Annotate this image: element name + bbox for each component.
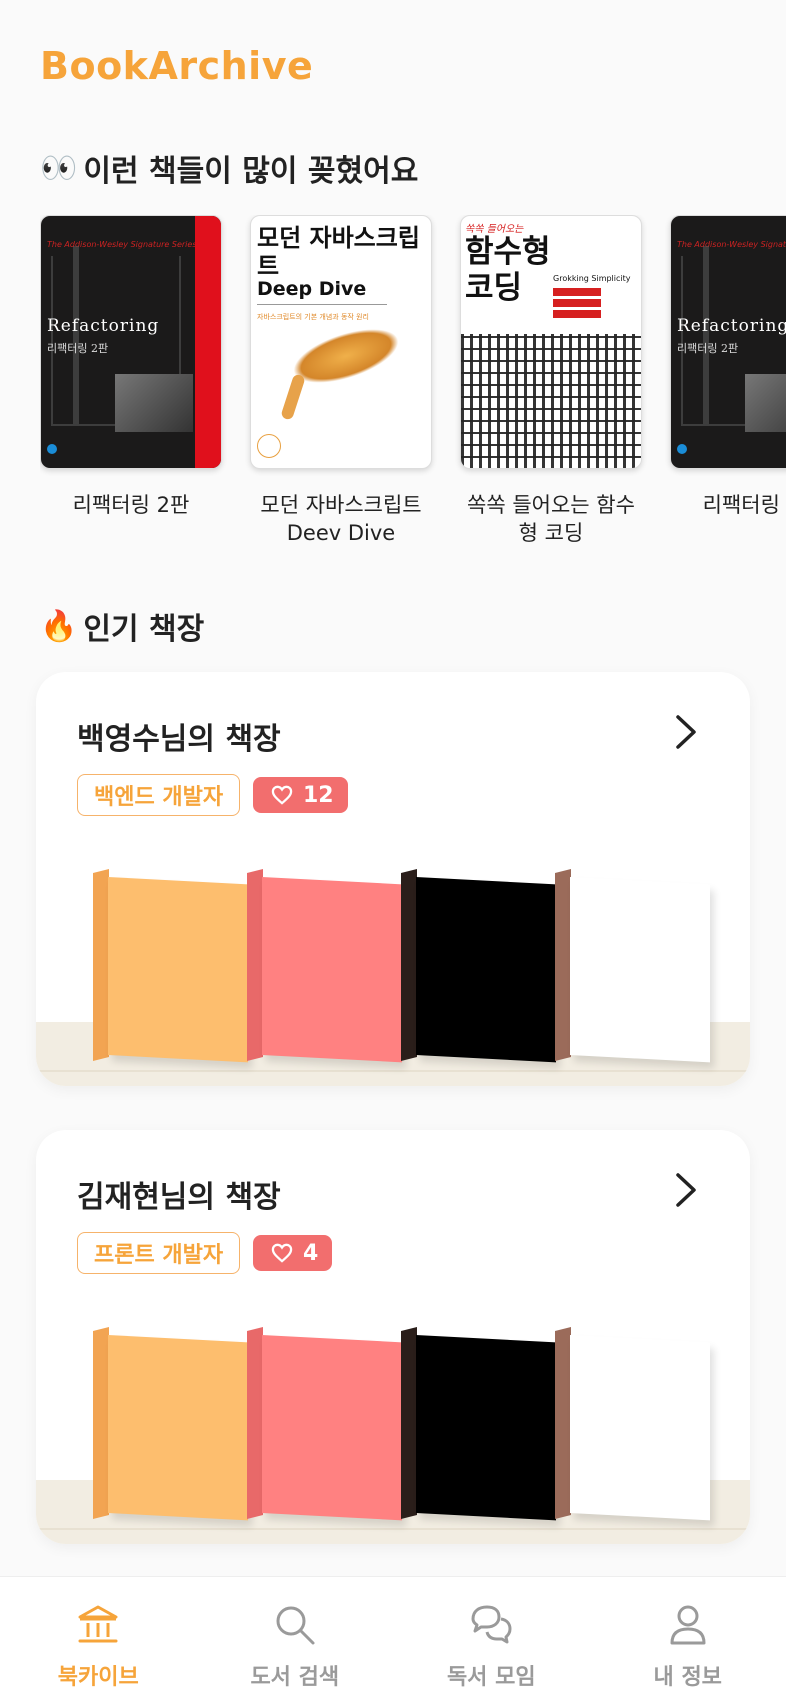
app-title: BookArchive (40, 44, 314, 88)
chevron-right-icon[interactable] (666, 712, 706, 752)
nav-label: 도서 검색 (250, 1665, 340, 1690)
cover-subtitle-text: 리팩터링 2판 (47, 342, 109, 355)
bottom-navigation: 북카이브 도서 검색 독서 모임 내 정보 (0, 1576, 786, 1704)
book-cover-modern-js[interactable]: 모던 자바스크립트 Deep Dive 자바스크립트의 기본 개념과 동작 원리 (250, 215, 432, 469)
shelf-book[interactable] (401, 1325, 556, 1525)
chevron-right-icon[interactable] (666, 1170, 706, 1210)
cover-subtitle-text: 리팩터링 2판 (677, 342, 739, 355)
cover-title-text: Refactoring (677, 316, 786, 336)
cover-subtitle-text: Grokking Simplicity (553, 274, 631, 283)
role-badge: 백엔드 개발자 (77, 774, 241, 816)
shelf-book[interactable] (555, 867, 710, 1067)
crowd-illustration (461, 334, 641, 468)
cover-title-text: 모던 자바스크립트 (257, 224, 420, 280)
shelf-owner-name: 백영수님의 책장 (77, 722, 281, 757)
shelf-book[interactable] (93, 867, 248, 1067)
cover-series-text: The Addison-Wesley Signature Series (677, 240, 786, 249)
eyes-emoji: 👀 (40, 150, 78, 186)
book-card[interactable]: The Addison-Wesley Signature Series Refa… (670, 215, 786, 519)
person-icon (670, 1605, 706, 1645)
cover-badge-icon (257, 434, 281, 458)
book-card[interactable]: The Addison-Wesley Signature Series Refa… (40, 215, 222, 519)
book-title: 리팩터링 2판 (72, 493, 190, 517)
archive-icon (78, 1605, 118, 1643)
book-cover-refactoring[interactable]: The Addison-Wesley Signature Series Refa… (670, 215, 786, 469)
publisher-logo-icon (47, 444, 57, 454)
heart-icon (271, 785, 293, 805)
cover-title-text: 함수형 코딩 (465, 234, 551, 306)
cover-tags (553, 288, 601, 321)
chat-bubbles-icon (471, 1605, 512, 1644)
shelf-book[interactable] (247, 867, 402, 1067)
book-title: 쏙쏙 들어오는 함수형 코딩 (467, 493, 635, 545)
publisher-logo-icon (677, 444, 687, 454)
shelf-book[interactable] (93, 1325, 248, 1525)
cover-kicker-text: 쏙쏙 들어오는 (465, 224, 524, 235)
role-badge: 프론트 개발자 (77, 1232, 241, 1274)
cover-photo (115, 374, 193, 432)
trending-books-carousel[interactable]: The Addison-Wesley Signature Series Refa… (40, 215, 786, 555)
gecko-illustration (286, 318, 406, 394)
search-icon (276, 1606, 315, 1645)
cover-series-text: The Addison-Wesley Signature Series (47, 240, 197, 249)
cover-photo (745, 374, 786, 432)
cover-title-text: Refactoring (47, 316, 160, 336)
nav-label: 독서 모임 (446, 1665, 536, 1690)
shelf-card[interactable]: 김재현님의 책장 프론트 개발자 4 (36, 1130, 750, 1544)
nav-archive[interactable]: 북카이브 (0, 1577, 197, 1704)
nav-search[interactable]: 도서 검색 (197, 1577, 394, 1704)
book-card[interactable]: 모던 자바스크립트 Deep Dive 자바스크립트의 기본 개념과 동작 원리… (250, 215, 432, 547)
like-count: 4 (303, 1240, 319, 1266)
nav-my-info[interactable]: 내 정보 (590, 1577, 786, 1704)
shelf-owner-name: 김재현님의 책장 (77, 1180, 281, 1215)
fire-emoji: 🔥 (40, 608, 78, 644)
like-badge[interactable]: 4 (253, 1235, 333, 1271)
book-title: 모던 자바스크립트 Deev Dive (260, 493, 422, 545)
nav-label: 북카이브 (57, 1665, 139, 1690)
trending-section-title: 👀 이런 책들이 많이 꽂혔어요 (40, 146, 418, 190)
popular-section-title: 🔥 인기 책장 (40, 604, 204, 648)
nav-reading-club[interactable]: 독서 모임 (393, 1577, 590, 1704)
heart-icon (271, 1243, 293, 1263)
book-title: 리팩터링 2판 (702, 493, 786, 517)
book-cover-refactoring[interactable]: The Addison-Wesley Signature Series Refa… (40, 215, 222, 469)
popular-title-text: 인기 책장 (83, 612, 205, 647)
nav-label: 내 정보 (653, 1665, 722, 1690)
like-badge[interactable]: 12 (253, 777, 348, 813)
shelf-book[interactable] (555, 1325, 710, 1525)
cover-subtitle-text: Deep Dive (257, 278, 367, 300)
book-card[interactable]: 쏙쏙 들어오는 함수형 코딩 Grokking Simplicity 쏙쏙 들어… (460, 215, 642, 547)
book-cover-grokking[interactable]: 쏙쏙 들어오는 함수형 코딩 Grokking Simplicity (460, 215, 642, 469)
shelf-book[interactable] (247, 1325, 402, 1525)
trending-title-text: 이런 책들이 많이 꽂혔어요 (83, 154, 419, 189)
shelf-book[interactable] (401, 867, 556, 1067)
cover-red-stripe (195, 216, 221, 468)
cover-divider (257, 304, 387, 305)
like-count: 12 (303, 782, 334, 808)
shelf-card[interactable]: 백영수님의 책장 백엔드 개발자 12 (36, 672, 750, 1086)
gecko-tail-illustration (280, 373, 306, 421)
cover-tagline-text: 자바스크립트의 기본 개념과 동작 원리 (257, 313, 369, 321)
